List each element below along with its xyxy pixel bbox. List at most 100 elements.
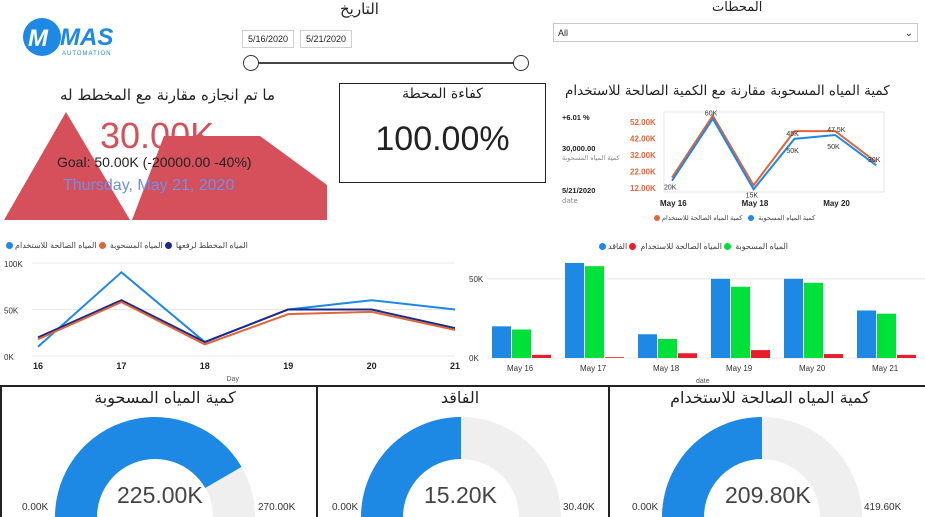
comparison-chart: 52.00K42.00K32.00K22.00K12.00K 20K15K60K4… [630, 111, 885, 208]
x-tick-label: 17 [116, 361, 126, 371]
series-line [37, 299, 456, 344]
y-tick-label: 50K [4, 307, 19, 316]
bar [804, 282, 823, 358]
legend-dot [98, 242, 106, 250]
x-tick-label: May 21 [872, 364, 899, 373]
x-tick-label: 20 [367, 361, 377, 371]
logo: M MAS AUTOMATION [22, 15, 117, 60]
gauge-min-withdrawn: 0.00K [22, 502, 49, 513]
x-tick-label: May 20 [823, 199, 850, 208]
bar [585, 266, 604, 358]
x-tick-label: 21 [450, 361, 460, 371]
legend-dot [748, 215, 755, 222]
comparison-amount: 30,000.00 [562, 144, 596, 153]
x-tick-label: May 16 [507, 364, 534, 373]
legend-dot [599, 243, 606, 251]
efficiency-card: كفاءة المحطة 100.00% [339, 83, 546, 183]
efficiency-title: كفاءة المحطة [402, 86, 483, 102]
legend-item: المياه المسحوبة [735, 242, 789, 251]
kpi-goal-value: 30.00K [100, 115, 215, 156]
bar [711, 278, 730, 358]
data-label: 47.5K [827, 127, 846, 134]
data-label: 30K [868, 157, 881, 164]
comparison-change: +6.01 % [562, 113, 590, 122]
comparison-legend: كمية المياه المسحوبة كمية المياه الصالحة… [652, 214, 815, 222]
y-tick-label: 32.00K [630, 151, 656, 160]
x-tick-label: May 19 [726, 364, 753, 373]
x-tick-label: May 17 [580, 364, 607, 373]
x-tick-label: May 20 [799, 364, 826, 373]
bar [897, 354, 916, 358]
gauge-max-usable: 419.60K [864, 502, 902, 513]
comparison-date: 5/21/2020 [562, 186, 596, 195]
legend-dot [6, 242, 13, 250]
comparison-date-label: date [562, 197, 578, 205]
y-tick-label: 0K [4, 353, 14, 362]
chevron-down-icon: ⌄ [904, 28, 913, 39]
gauge-min-usable: 0.00K [632, 502, 659, 513]
bar [605, 357, 624, 358]
bar [784, 278, 803, 358]
gauge-value-loss: 15.20K [424, 482, 497, 508]
gauge-title-withdrawn: كمية المياه المسحوبة [94, 388, 236, 407]
logo-mark: M MAS AUTOMATION [23, 18, 113, 57]
data-label: 50K [786, 148, 799, 155]
bar [678, 353, 697, 358]
kpi-goal-title: ما تم انجازه مقارنة مع المخطط له [60, 86, 275, 104]
legend-item: كمية المياه الصالحة للاستخدام [662, 215, 743, 222]
bar [824, 354, 843, 358]
kpi-goal-date: Thursday, May 21, 2020 [63, 177, 235, 194]
efficiency-value: 100.00% [375, 120, 510, 158]
bar [565, 263, 584, 358]
date-filter-title: التاريخ [340, 0, 379, 18]
y-tick-label: 52.00K [630, 118, 656, 127]
legend-dot [629, 243, 637, 251]
y-tick-label: 50K [469, 275, 484, 284]
logo-subtext: AUTOMATION [62, 51, 111, 57]
bar [751, 350, 770, 358]
daily-line-chart: 100K 50K 0K 16 17 18 19 20 21 Day [4, 260, 460, 383]
bar-legend: المياه المسحوبة المياه الصالحة للاستخدام… [597, 242, 788, 251]
data-label: 45K [786, 131, 799, 138]
bar [658, 339, 677, 358]
slider-track [251, 62, 523, 64]
logo-text: MAS [60, 24, 113, 51]
gauge-min-loss: 0.00K [332, 502, 359, 513]
comparison-title: كمية المياه المسحوبة مقارنة مع الكمية ال… [565, 83, 890, 99]
x-tick-label: 16 [33, 361, 43, 371]
x-tick-label: 18 [200, 361, 210, 371]
date-slider[interactable] [243, 55, 531, 71]
gauge-title-usable: كمية المياه الصالحة للاستخدام [670, 388, 870, 407]
station-dropdown[interactable]: All ⌄ [553, 23, 918, 42]
data-label: 50K [827, 144, 840, 151]
svg-text:M: M [28, 25, 49, 52]
plot-area [663, 111, 885, 193]
slider-handle-start[interactable] [243, 55, 259, 71]
y-tick-label: 100K [4, 260, 23, 269]
daily-legend: المياه المخطط لرفعها المياه المسحوبة الم… [4, 241, 248, 250]
kpi-goal-text: Goal: 50.00K (-20000.00 -40%) [57, 154, 252, 170]
bar [731, 286, 750, 358]
station-filter-title: المحطات [712, 0, 763, 15]
gauge-max-withdrawn: 270.00K [258, 502, 296, 513]
bar-chart: 50K 0K May 16 May 17 May 18 May 19 May 20 May 2… [469, 263, 925, 385]
x-axis-title: Day [227, 376, 240, 383]
legend-item: المياه الصالحة للاستخدام [640, 242, 722, 251]
legend-item: كمية المياه المسحوبة [758, 215, 816, 222]
x-tick-label: May 18 [653, 364, 680, 373]
gauge-title-loss: الفاقد [440, 388, 480, 407]
date-start-input[interactable]: 5/16/2020 [242, 30, 295, 48]
x-tick-label: May 18 [742, 199, 769, 208]
station-dropdown-value: All [558, 28, 569, 38]
legend-item: المياه الصالحة للاستخدام [15, 241, 97, 250]
x-tick-label: 19 [283, 361, 293, 371]
date-end-input[interactable]: 5/21/2020 [300, 30, 353, 48]
bar [512, 329, 531, 358]
gauge-value-usable: 209.80K [725, 482, 811, 508]
y-tick-label: 22.00K [630, 168, 656, 177]
data-label: 20K [664, 185, 677, 192]
bar [857, 310, 876, 358]
bar [532, 354, 551, 358]
slider-handle-end[interactable] [513, 55, 529, 71]
x-tick-label: May 16 [660, 199, 687, 208]
